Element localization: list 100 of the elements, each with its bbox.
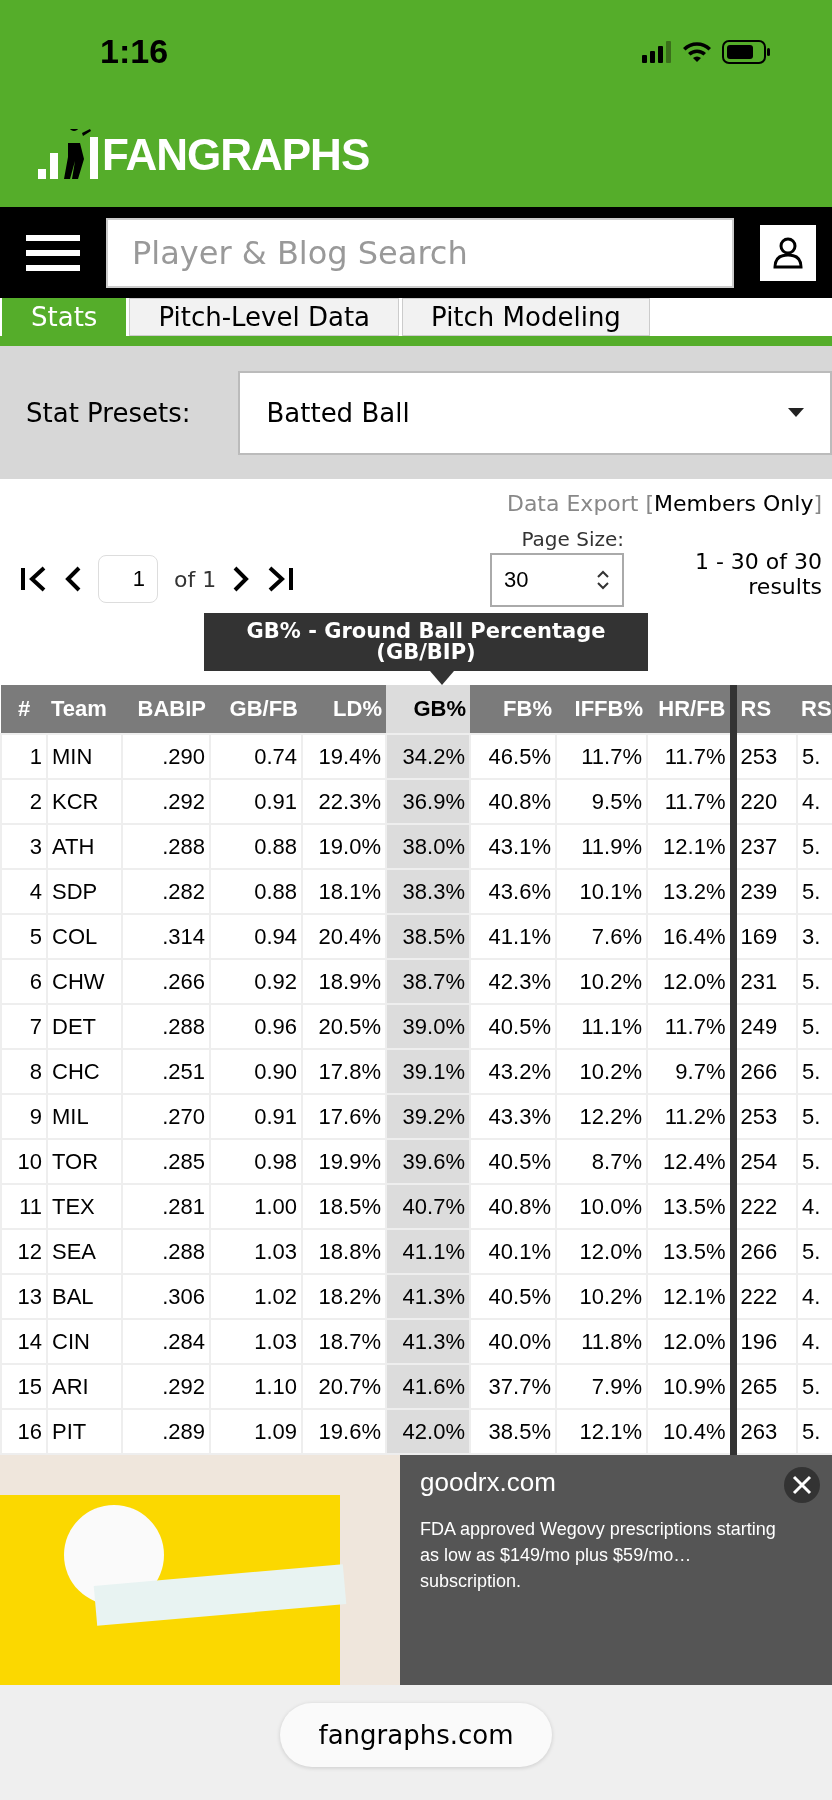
- table-cell: 38.0%: [386, 824, 470, 869]
- table-cell: 14: [1, 1319, 47, 1364]
- table-cell: .251: [122, 1049, 210, 1094]
- table-cell: 10.0%: [556, 1184, 647, 1229]
- table-cell: 39.1%: [386, 1049, 470, 1094]
- table-cell: 8.7%: [556, 1139, 647, 1184]
- table-cell: 0.90: [210, 1049, 302, 1094]
- table-cell: 34.2%: [386, 734, 470, 779]
- table-cell: 5: [1, 914, 47, 959]
- column-header[interactable]: #: [1, 685, 47, 734]
- table-cell: 5.: [797, 734, 832, 779]
- logo-icon[interactable]: [38, 129, 100, 181]
- table-cell: 10.1%: [556, 869, 647, 914]
- table-cell: .292: [122, 779, 210, 824]
- table-cell: 39.6%: [386, 1139, 470, 1184]
- table-cell: 1.00: [210, 1184, 302, 1229]
- table-cell: 1.02: [210, 1274, 302, 1319]
- ad-panel[interactable]: goodrx.com FDA approved Wegovy prescriptions starting as low as $149/mo plus $59/mo… subscription.: [400, 1455, 832, 1685]
- stat-presets-dropdown[interactable]: Batted Ball: [238, 370, 832, 455]
- table-cell: 1.03: [210, 1319, 302, 1364]
- table-cell: 222: [733, 1274, 797, 1319]
- column-header[interactable]: GB%: [386, 685, 470, 734]
- caret-icon: [788, 408, 804, 417]
- table-cell: 11.1%: [556, 1004, 647, 1049]
- column-header[interactable]: RS: [797, 685, 832, 734]
- table-cell: 254: [733, 1139, 797, 1184]
- column-header[interactable]: FB%: [470, 685, 556, 734]
- column-header[interactable]: GB/FB: [210, 685, 302, 734]
- search-field[interactable]: Player & Blog Search: [106, 217, 734, 288]
- table-cell: 42.0%: [386, 1409, 470, 1454]
- table-cell: 8: [1, 1049, 47, 1094]
- members-only-link[interactable]: Members Only: [654, 491, 814, 527]
- table-cell: 42.3%: [470, 959, 556, 1004]
- column-header[interactable]: RS: [733, 685, 797, 734]
- table-cell: ARI: [47, 1364, 122, 1409]
- page-size-select[interactable]: 30: [490, 553, 624, 607]
- table-cell: .292: [122, 1364, 210, 1409]
- page-number-field[interactable]: 1: [98, 555, 158, 603]
- table-cell: 0.96: [210, 1004, 302, 1049]
- results-count: 1 - 30 of 30 results: [693, 549, 822, 599]
- table-cell: 19.4%: [302, 734, 386, 779]
- tab[interactable]: Pitch-Level Data: [129, 298, 400, 336]
- table-cell: .288: [122, 1004, 210, 1049]
- table-cell: .290: [122, 734, 210, 779]
- table-cell: 3: [1, 824, 47, 869]
- table-cell: 41.3%: [386, 1319, 470, 1364]
- column-header[interactable]: LD%: [302, 685, 386, 734]
- page-count-text: of 1: [174, 566, 217, 592]
- table-cell: 9: [1, 1094, 47, 1139]
- table-cell: SDP: [47, 869, 122, 914]
- table-cell: 15: [1, 1364, 47, 1409]
- table-cell: 40.5%: [470, 1139, 556, 1184]
- table-cell: 11.7%: [647, 734, 733, 779]
- table-cell: .284: [122, 1319, 210, 1364]
- table-cell: 253: [733, 734, 797, 779]
- tab[interactable]: Pitch Modeling: [402, 298, 650, 336]
- table-cell: 265: [733, 1364, 797, 1409]
- close-button[interactable]: [784, 1467, 820, 1503]
- table-cell: BAL: [47, 1274, 122, 1319]
- column-header[interactable]: IFFB%: [556, 685, 647, 734]
- table-cell: 0.91: [210, 779, 302, 824]
- user-button[interactable]: [760, 224, 816, 281]
- url-bar[interactable]: fangraphs.com: [280, 1703, 552, 1767]
- table-cell: 40.1%: [470, 1229, 556, 1274]
- table-cell: 266: [733, 1049, 797, 1094]
- table-cell: 39.2%: [386, 1094, 470, 1139]
- table-cell: 266: [733, 1229, 797, 1274]
- table-cell: 40.5%: [470, 1274, 556, 1319]
- table-cell: 40.0%: [470, 1319, 556, 1364]
- table-cell: 40.8%: [470, 1184, 556, 1229]
- first-page-icon[interactable]: [20, 566, 48, 592]
- table-cell: 41.3%: [386, 1274, 470, 1319]
- table-cell: 11: [1, 1184, 47, 1229]
- next-page-icon[interactable]: [232, 566, 251, 592]
- menu-icon[interactable]: [26, 232, 80, 273]
- table-cell: .270: [122, 1094, 210, 1139]
- column-header[interactable]: Team: [47, 685, 122, 734]
- table-cell: 231: [733, 959, 797, 1004]
- table-cell: 40.8%: [470, 779, 556, 824]
- column-header[interactable]: BABIP: [122, 685, 210, 734]
- table-cell: 13: [1, 1274, 47, 1319]
- table-cell: 43.2%: [470, 1049, 556, 1094]
- table-cell: 10.2%: [556, 1274, 647, 1319]
- table-cell: .314: [122, 914, 210, 959]
- table-cell: 43.1%: [470, 824, 556, 869]
- tab[interactable]: Stats: [2, 298, 127, 336]
- stat-presets-label: Stat Presets:: [26, 397, 191, 428]
- last-page-icon[interactable]: [266, 566, 295, 592]
- table-cell: 196: [733, 1319, 797, 1364]
- table-cell: DET: [47, 1004, 122, 1049]
- table-cell: 169: [733, 914, 797, 959]
- logo-text[interactable]: FANGRAPHS: [102, 130, 370, 180]
- previous-page-icon[interactable]: [64, 566, 82, 592]
- table-cell: 7: [1, 1004, 47, 1049]
- table-cell: 4: [1, 869, 47, 914]
- table-cell: 38.3%: [386, 869, 470, 914]
- table-cell: .281: [122, 1184, 210, 1229]
- column-header[interactable]: HR/FB: [647, 685, 733, 734]
- table-cell: 39.0%: [386, 1004, 470, 1049]
- table-cell: .282: [122, 869, 210, 914]
